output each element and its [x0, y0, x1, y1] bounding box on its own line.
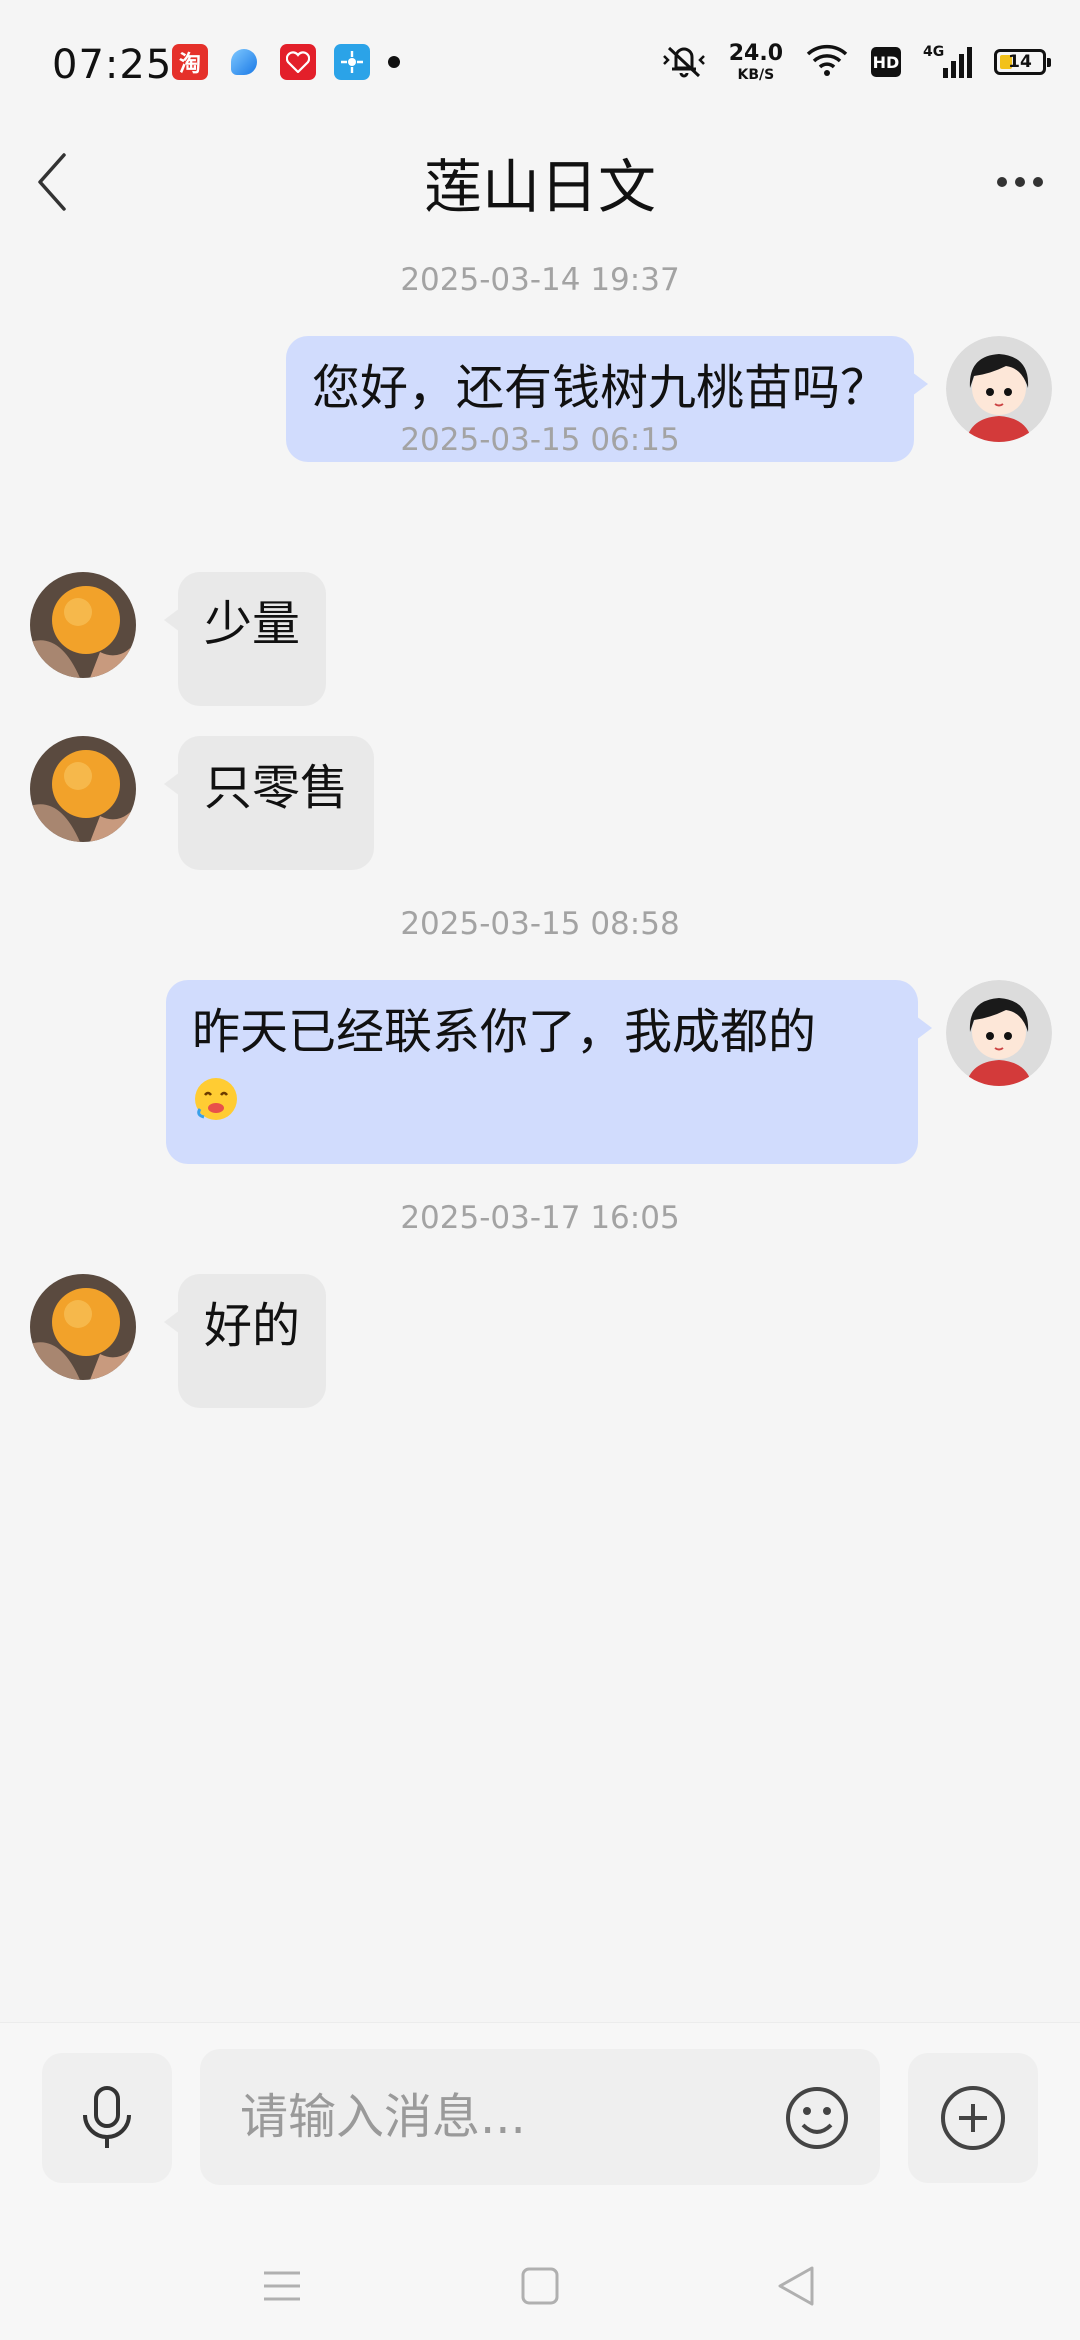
battery-icon: 14	[994, 49, 1051, 75]
blue-leaf-icon	[226, 44, 262, 80]
status-bar: 07:25 淘 24.0 KB/S HD 4G 14	[0, 0, 1080, 132]
message-timestamp: 2025-03-15 06:15	[400, 422, 680, 458]
back-nav-button[interactable]	[766, 2256, 826, 2316]
more-actions-button[interactable]	[908, 2053, 1038, 2183]
network-speed-unit: KB/S	[737, 66, 775, 83]
more-options-button[interactable]	[988, 152, 1052, 212]
microphone-icon	[83, 2086, 131, 2148]
home-square-icon	[521, 2267, 559, 2305]
message-input-field[interactable]	[200, 2049, 880, 2185]
plus-circle-icon	[941, 2086, 1005, 2150]
contact-avatar[interactable]	[30, 572, 136, 678]
taobao-icon: 淘	[172, 44, 208, 80]
sent-message-bubble[interactable]: 昨天已经联系你了，我成都的	[166, 980, 932, 1164]
message-input[interactable]	[240, 2049, 760, 2185]
hd-badge: HD	[871, 47, 901, 77]
message-text: 您好，还有钱树九桃苗吗？	[311, 360, 888, 416]
message-timestamp: 2025-03-14 19:37	[400, 262, 680, 298]
cellular-signal-icon: 4G	[923, 44, 972, 78]
yummy-face-emoji	[192, 1075, 240, 1123]
more-horizontal-icon	[997, 177, 1007, 187]
network-speed-value: 24.0	[728, 40, 783, 66]
red-heart-app-icon	[280, 44, 316, 80]
received-message-bubble[interactable]: 好的	[163, 1274, 327, 1408]
message-text: 昨天已经联系你了，我成都的	[192, 1004, 817, 1060]
battery-level: 14	[1008, 52, 1032, 72]
back-triangle-icon	[778, 2266, 814, 2306]
received-message-bubble[interactable]: 少量	[163, 572, 327, 706]
chat-header: 莲山日文	[0, 132, 1080, 242]
my-avatar[interactable]	[946, 980, 1052, 1086]
system-nav-bar	[0, 2228, 1080, 2340]
message-text: 只零售	[204, 760, 349, 816]
network-speed: 24.0 KB/S	[728, 40, 783, 83]
received-message-bubble[interactable]: 只零售	[163, 736, 375, 870]
status-time: 07:25	[52, 42, 173, 88]
message-text: 好的	[204, 1298, 301, 1354]
notification-app-icons: 淘	[172, 44, 400, 80]
input-bar	[0, 2022, 1080, 2228]
menu-button[interactable]	[252, 2256, 312, 2316]
chat-title: 莲山日文	[423, 153, 656, 221]
contact-avatar[interactable]	[30, 1274, 136, 1380]
voice-input-button[interactable]	[42, 2053, 172, 2183]
smiley-icon	[786, 2087, 848, 2149]
message-text: 少量	[204, 596, 301, 652]
message-timestamp: 2025-03-17 16:05	[400, 1200, 680, 1236]
contact-avatar[interactable]	[30, 736, 136, 842]
notification-dot-icon	[388, 56, 400, 68]
message-timestamp: 2025-03-15 08:58	[400, 906, 680, 942]
mute-bell-icon	[661, 40, 707, 84]
status-right-icons: 24.0 KB/S HD 4G 14	[661, 40, 1051, 84]
tplink-icon	[334, 44, 370, 80]
wifi-icon	[805, 43, 849, 81]
network-type-label: 4G	[923, 44, 945, 60]
chat-screen: 07:25 淘 24.0 KB/S HD 4G 14 莲山日文 2025-03-…	[0, 0, 1080, 2340]
emoji-button[interactable]	[782, 2083, 852, 2153]
menu-icon	[264, 2271, 300, 2301]
home-button[interactable]	[510, 2256, 570, 2316]
